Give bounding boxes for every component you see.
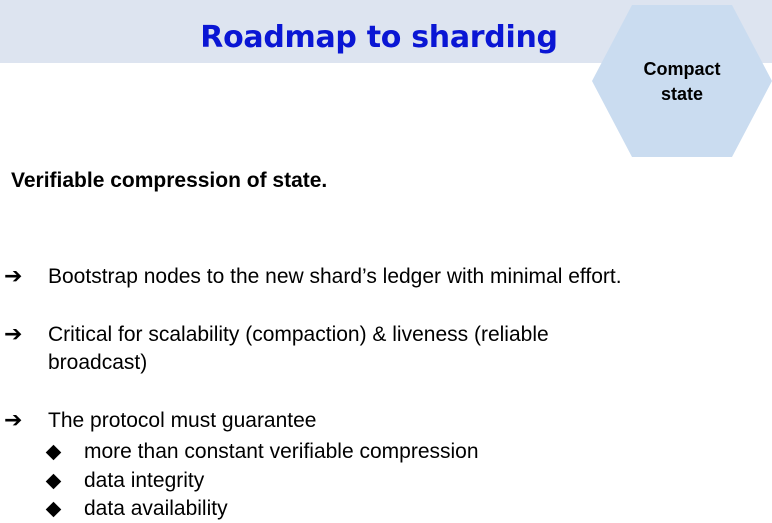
diamond-bullet-icon xyxy=(45,501,62,518)
hexagon-badge-label: Compact state xyxy=(607,57,757,107)
bullet-text: The protocol must guarantee xyxy=(48,409,317,432)
bullet-text: Bootstrap nodes to the new shard’s ledge… xyxy=(48,265,622,288)
sub-bullet-text: data integrity xyxy=(84,469,205,492)
slide-subtitle: Verifiable compression of state. xyxy=(11,169,328,192)
diamond-bullet-icon xyxy=(45,473,62,490)
hexagon-badge-line1: Compact xyxy=(643,59,721,79)
sub-bullet-item: data integrity xyxy=(0,467,772,495)
sub-bullet-text: more than constant verifiable compressio… xyxy=(84,440,479,463)
sub-bullet-item: more than constant verifiable compressio… xyxy=(0,438,772,466)
arrow-icon: ➔ xyxy=(4,408,23,433)
bullet-text: Critical for scalability (compaction) & … xyxy=(48,323,549,374)
sub-bullet-item: data availability xyxy=(0,495,772,523)
hexagon-badge-line2: state xyxy=(660,84,704,104)
arrow-icon: ➔ xyxy=(4,264,23,289)
sub-bullet-text: data availability xyxy=(84,497,228,520)
diamond-bullet-icon xyxy=(45,444,62,461)
arrow-icon: ➔ xyxy=(4,322,23,347)
